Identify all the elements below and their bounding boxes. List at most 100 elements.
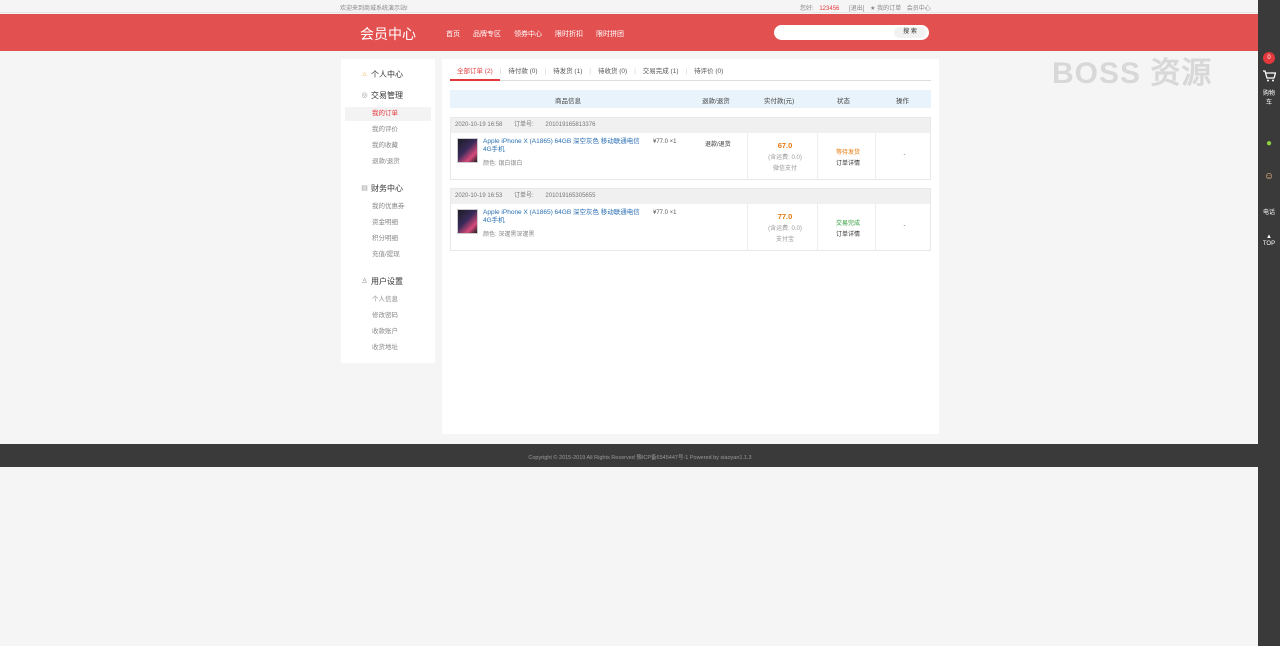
product-name-link[interactable]: Apple iPhone X (A1865) 64GB 深空灰色 移动联通电信4… [483,138,641,154]
sidebar-item-my-orders[interactable]: 我的订单 [345,107,431,121]
column-divider [875,133,876,179]
header-product-info: 商品信息 [555,98,581,105]
phone-link[interactable]: 电话 [1258,207,1280,216]
sidebar-group-title[interactable]: ◎ 交易管理 [360,90,403,101]
product-color: 颜色: 深邃黑深邃黑 [483,232,535,238]
column-divider [875,204,876,250]
sidebar-item-address[interactable]: 收货地址 [345,341,431,355]
sidebar-item-coupons[interactable]: 我的优惠券 [345,200,431,214]
order-status-cell: 等待发货 订单详情 [819,147,877,167]
tab-pending-payment[interactable]: 待付款 (0) [501,67,544,81]
product-price: ¥77.0 ×1 [653,139,677,145]
search-box: 搜 索 [774,25,929,40]
nav-discount[interactable]: 限时折扣 [555,29,583,39]
header-amount: 实付款(元) [764,98,795,105]
sidebar-item-accounts[interactable]: 收款账户 [345,325,431,339]
shipping-fee: (含运费: 0.0) [768,155,802,161]
sidebar-group-title[interactable]: ▤ 财务中心 [360,183,403,194]
trade-icon: ◎ [361,92,368,99]
order-card: 2020-10-19 16:53 订单号: 201019165305655 Ap… [450,188,931,251]
user-id[interactable]: 123456 [819,6,839,12]
column-divider [817,204,818,250]
header-operations: 操作 [896,98,909,105]
my-orders-link[interactable]: ★ 我的订单 [870,6,901,12]
tab-pending-receipt[interactable]: 待收货 (0) [591,67,634,81]
product-price: ¥77.0 ×1 [653,210,677,216]
order-body: Apple iPhone X (A1865) 64GB 深空灰色 移动联通电信4… [451,204,930,250]
member-center-link[interactable]: 会员中心 [907,6,931,12]
order-number: 订单号: 201019165813376 [514,122,596,128]
footer: Copyright © 2015-2019 All Rights Reserve… [0,444,1258,467]
page-title: 会员中心 [360,26,416,42]
right-toolbar: 0 购物车 ● ☺ 电话 ▲ TOP [1258,0,1280,646]
order-detail-link[interactable]: 订单详情 [819,158,877,167]
back-to-top-button[interactable]: ▲ TOP [1258,234,1280,248]
logout-link[interactable]: [退出] [849,6,864,12]
order-body: Apple iPhone X (A1865) 64GB 深空灰色 移动联通电信4… [451,133,930,179]
paid-amount: 77.0 [777,212,793,221]
nav-coupon[interactable]: 领券中心 [514,29,542,39]
greeting-text: 您好: 123456 [800,6,840,12]
sidebar-item-password[interactable]: 修改密码 [345,309,431,323]
customer-service-icon[interactable]: ☺ [1261,171,1277,182]
sidebar: ⌂ 个人中心 ◎ 交易管理 我的订单 我的评价 我的收藏 退款/退货 ▤ 财务中… [341,59,435,363]
tab-pending-review[interactable]: 待评价 (0) [687,67,730,81]
product-name-link[interactable]: Apple iPhone X (A1865) 64GB 深空灰色 移动联通电信4… [483,209,641,225]
order-detail-link[interactable]: 订单详情 [819,229,877,238]
order-operations: - [903,223,906,229]
search-input[interactable] [780,28,895,37]
order-card: 2020-10-19 16:58 订单号: 201019165813376 Ap… [450,117,931,180]
sidebar-item-profile[interactable]: 个人信息 [345,293,431,307]
column-divider [747,133,748,179]
payment-method: 支付宝 [775,237,794,243]
order-operations: - [903,152,906,158]
cart-icon[interactable] [1261,70,1277,85]
sidebar-item-refunds[interactable]: 退款/退货 [345,155,431,169]
sidebar-item-my-reviews[interactable]: 我的评价 [345,123,431,137]
nav-home[interactable]: 首页 [446,29,460,39]
cart-label[interactable]: 购物车 [1263,90,1275,108]
paid-amount: 67.0 [777,141,793,150]
column-divider [747,204,748,250]
top-label: TOP [1262,241,1276,247]
order-header: 2020-10-19 16:58 订单号: 201019165813376 [451,118,930,133]
watermark-logo: BOSS 资源 [1052,57,1213,90]
order-status-cell: 交易完成 订单详情 [819,218,877,238]
order-date: 2020-10-19 16:58 [455,122,503,128]
payment-method: 微信支付 [772,166,797,172]
user-icon: ♙ [361,278,368,285]
order-date: 2020-10-19 16:53 [455,193,503,199]
arrow-up-icon: ▲ [1266,234,1272,240]
sidebar-item-points[interactable]: 积分明细 [345,232,431,246]
search-button[interactable]: 搜 索 [894,27,926,38]
nav-group-buy[interactable]: 限时拼团 [596,29,624,39]
sidebar-group-title[interactable]: ♙ 用户设置 [360,276,403,287]
product-color: 颜色: 银白银白 [483,161,523,167]
order-number: 订单号: 201019165305655 [514,193,596,199]
order-tabs: 全部订单 (2) | 待付款 (0) | 待发货 (1) | 待收货 (0) |… [450,67,931,81]
paid-amount-cell: 67.0 (含运费: 0.0) 微信支付 [751,141,819,172]
cart-count-badge: 0 [1263,52,1275,64]
sidebar-item-recharge[interactable]: 充值/提现 [345,248,431,262]
main-nav: 首页 品牌专区 领券中心 限时折扣 限时拼团 [446,29,624,39]
order-table-header: 商品信息 退款/退货 实付款(元) 状态 操作 [450,90,931,108]
header: 会员中心 首页 品牌专区 领券中心 限时折扣 限时拼团 搜 索 [0,14,1258,51]
order-status: 等待发货 [835,150,860,156]
tab-completed[interactable]: 交易完成 (1) [636,67,686,81]
product-image[interactable] [457,209,478,234]
sidebar-group-title[interactable]: ⌂ 个人中心 [360,69,403,80]
paid-amount-cell: 77.0 (含运费: 0.0) 支付宝 [751,212,819,243]
product-image[interactable] [457,138,478,163]
sidebar-item-fund-details[interactable]: 资金明细 [345,216,431,230]
refund-link[interactable]: 退款/退货 [705,139,731,148]
sidebar-item-my-favorites[interactable]: 我的收藏 [345,139,431,153]
order-header: 2020-10-19 16:53 订单号: 201019165305655 [451,189,930,204]
tab-pending-shipment[interactable]: 待发货 (1) [546,67,589,81]
top-bar: 欢迎来到商城系统演示站! 您好: 123456 [退出] ★ 我的订单 会员中心 [0,0,1258,13]
header-refund: 退款/退货 [702,98,730,105]
top-bar-links: 您好: 123456 [退出] ★ 我的订单 会员中心 [800,3,935,12]
wechat-icon[interactable]: ● [1261,138,1277,149]
shipping-fee: (含运费: 0.0) [768,226,802,232]
tab-all-orders[interactable]: 全部订单 (2) [450,67,500,81]
nav-brand[interactable]: 品牌专区 [473,29,501,39]
